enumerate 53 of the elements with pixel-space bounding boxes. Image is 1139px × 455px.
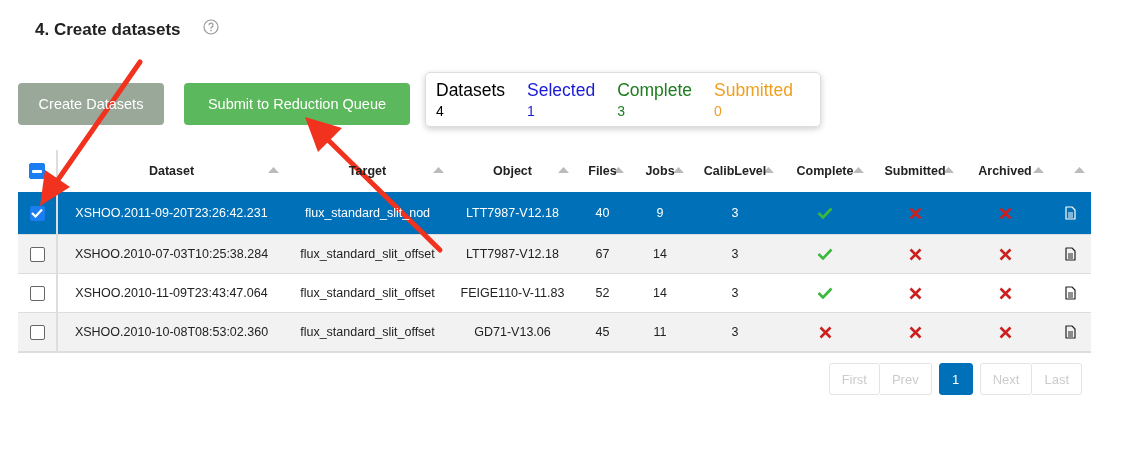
- table-cell: 14: [653, 286, 667, 300]
- table-cell: 3: [731, 286, 739, 300]
- table-cell: 3: [731, 247, 739, 261]
- column-header[interactable]: Files: [588, 164, 617, 178]
- select-all-checkbox[interactable]: [29, 163, 45, 179]
- table-cell: 67: [595, 247, 610, 261]
- row-checkbox[interactable]: [29, 285, 45, 301]
- table-cell: XSHOO.2011-09-20T23:26:42.231: [75, 206, 268, 220]
- table-cell: flux_standard_slit_offset: [300, 286, 435, 300]
- row-checkbox[interactable]: [29, 324, 45, 340]
- document-icon[interactable]: [1065, 247, 1076, 261]
- column-header[interactable]: Dataset: [148, 164, 195, 178]
- summary-label: Selected: [527, 80, 596, 101]
- table-cell: 14: [653, 247, 667, 261]
- section-title: 4. Create datasets: [35, 20, 181, 40]
- help-icon[interactable]: [202, 19, 219, 35]
- summary-label: Complete: [617, 80, 693, 101]
- table-cell: 3: [731, 206, 739, 220]
- table-cell: 45: [595, 325, 610, 339]
- table-cell: LTT7987-V12.18: [466, 247, 559, 261]
- table-cell: 9: [656, 206, 664, 220]
- table-cell: GD71-V13.06: [474, 325, 551, 339]
- column-header[interactable]: Object: [493, 164, 532, 178]
- column-header[interactable]: Complete: [796, 164, 854, 178]
- summary-value: 0: [714, 103, 723, 119]
- document-icon[interactable]: [1065, 286, 1076, 300]
- table-cell: FEIGE110-V-11.83: [460, 286, 565, 300]
- summary-value: 4: [436, 103, 445, 119]
- column-header[interactable]: CalibLevel: [703, 164, 767, 178]
- table-row[interactable]: XSHOO.2010-07-03T10:25:38.284 flux_standard_slit_offset LTT7987-V12.18 67 14 3: [18, 234, 1091, 273]
- table-cell: LTT7987-V12.18: [466, 206, 559, 220]
- table-cell: 40: [595, 206, 610, 220]
- summary-value: 1: [527, 103, 536, 119]
- row-checkbox[interactable]: [29, 246, 45, 262]
- document-icon[interactable]: [1065, 325, 1076, 339]
- table-cell: flux_standard_slit_offset: [300, 325, 435, 339]
- column-header[interactable]: Submitted: [884, 164, 946, 178]
- table-cell: 52: [595, 286, 610, 300]
- table-cell: XSHOO.2010-10-08T08:53:02.360: [74, 325, 269, 339]
- table-cell: 11: [653, 325, 667, 339]
- summary-label: Datasets: [436, 80, 506, 101]
- summary-value: 3: [617, 103, 626, 119]
- row-checkbox[interactable]: [29, 205, 45, 221]
- table-cell: XSHOO.2010-11-09T23:43:47.064: [75, 286, 268, 300]
- summary-label: Submitted: [714, 80, 793, 101]
- column-header[interactable]: Jobs: [645, 164, 675, 178]
- page-button[interactable]: 1: [938, 363, 973, 395]
- table-cell: flux_standard_slit_offset: [300, 247, 435, 261]
- table-cell: 3: [731, 325, 739, 339]
- table-row[interactable]: XSHOO.2010-10-08T08:53:02.360 flux_standard_slit_offset GD71-V13.06 45 11 3: [18, 312, 1091, 351]
- table-cell: XSHOO.2010-07-03T10:25:38.284: [74, 247, 269, 261]
- column-header[interactable]: Archived: [978, 164, 1032, 178]
- sort-icon[interactable]: [943, 167, 954, 173]
